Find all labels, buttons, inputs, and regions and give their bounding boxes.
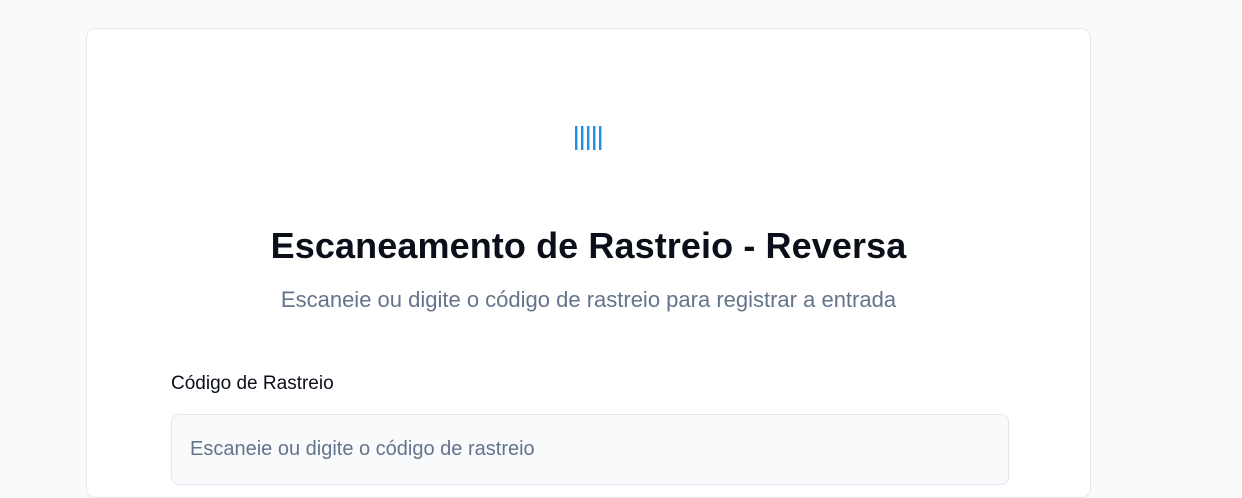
page-subtitle: Escaneie ou digite o código de rastreio … [280,287,897,312]
barcode-icon [575,126,602,150]
page-title: Escaneamento de Rastreio - Reversa [270,225,907,266]
tracking-code-label: Código de Rastreio [171,373,334,394]
tracking-code-input[interactable] [171,414,1009,485]
scan-card: Escaneamento de Rastreio - Reversa Escan… [86,28,1091,498]
